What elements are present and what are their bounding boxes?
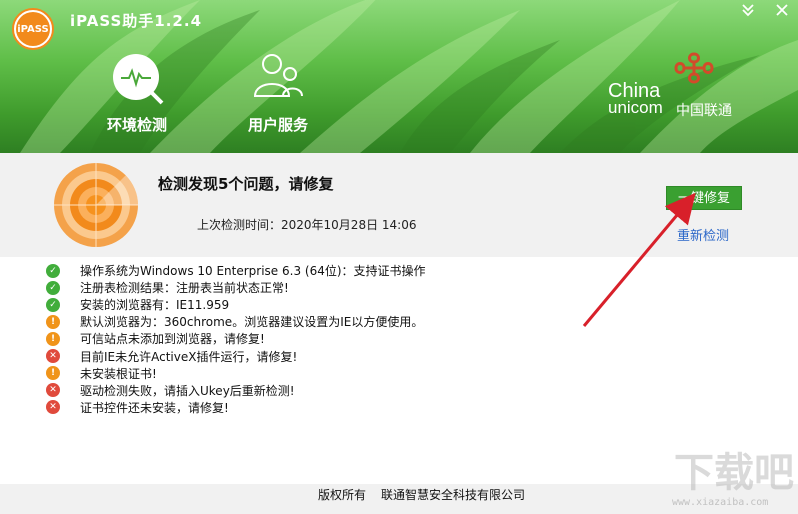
check-icon: ✓ [46,297,60,312]
list-item: ! 未安装根证书! [46,365,606,382]
app-logo-text: iPASS [16,12,50,46]
app-header: iPASS iPASS助手1.2.4 环境检测 用户服务 China unico… [0,0,798,153]
site-watermark: 下载吧 www.xiazaiba.com [672,444,794,508]
svg-text:下载吧: 下载吧 [674,450,794,494]
list-item: ✕ 目前IE未允许ActiveX插件运行，请修复! [46,347,606,364]
watermark-url: www.xiazaiba.com [672,497,769,508]
users-icon [250,50,306,106]
one-click-fix-button[interactable]: 一键修复 [666,186,742,210]
result-text: 可信站点未添加到浏览器，请修复! [80,332,265,347]
footer-company: 联通智慧安全科技有限公司 [381,488,526,502]
list-item: ✕ 驱动检测失败，请插入Ukey后重新检测! [46,382,606,399]
minimize-button[interactable] [737,2,759,22]
result-text: 未安装根证书! [80,366,157,381]
footer-copyright: 版权所有 [318,488,367,502]
china-unicom-logo: China unicom 中国联通 [606,50,756,120]
warning-icon: ! [46,366,60,381]
app-title: iPASS助手1.2.4 [70,12,203,30]
scan-icon [109,50,165,106]
result-text: 驱动检测失败，请插入Ukey后重新检测! [80,383,295,398]
check-icon: ✓ [46,280,60,295]
brand-unicom: unicom [608,98,663,117]
result-text: 操作系统为Windows 10 Enterprise 6.3 (64位)：支持证… [80,264,426,279]
result-text: 注册表检测结果：注册表当前状态正常! [80,281,289,296]
result-text: 安装的浏览器有：IE11.959 [80,298,230,313]
error-icon: ✕ [46,383,60,398]
last-check-time: 上次检测时间：2020年10月28日 14:06 [197,218,417,232]
list-item: ✓ 操作系统为Windows 10 Enterprise 6.3 (64位)：支… [46,262,606,279]
error-icon: ✕ [46,400,60,415]
close-button[interactable] [771,2,793,22]
list-item: ✕ 证书控件还未安装，请修复! [46,399,606,416]
warning-icon: ! [46,314,60,329]
status-title: 检测发现5个问题，请修复 [158,175,334,193]
tab-environment-check[interactable]: 环境检测 [82,50,192,135]
check-results-list: ✓ 操作系统为Windows 10 Enterprise 6.3 (64位)：支… [46,262,606,416]
recheck-link[interactable]: 重新检测 [677,225,729,244]
tab-environment-check-label: 环境检测 [106,116,167,134]
double-chevron-down-icon [742,4,754,17]
tab-user-service[interactable]: 用户服务 [223,50,333,135]
error-icon: ✕ [46,349,60,364]
result-text: 目前IE未允许ActiveX插件运行，请修复! [80,349,298,364]
unicom-knot-icon [674,52,714,84]
result-text: 默认浏览器为：360chrome。浏览器建议设置为IE以方便使用。 [80,315,424,330]
brand-chinese: 中国联通 [676,103,732,119]
tab-user-service-label: 用户服务 [247,116,308,134]
list-item: ! 默认浏览器为：360chrome。浏览器建议设置为IE以方便使用。 [46,313,606,330]
list-item: ✓ 注册表检测结果：注册表当前状态正常! [46,279,606,296]
close-icon [776,4,788,16]
list-item: ! 可信站点未添加到浏览器，请修复! [46,330,606,347]
app-logo: iPASS [12,8,54,50]
status-panel: 检测发现5个问题，请修复 上次检测时间：2020年10月28日 14:06 一键… [0,153,798,257]
list-item: ✓ 安装的浏览器有：IE11.959 [46,296,606,313]
warning-icon: ! [46,331,60,346]
watermark-logo-icon: 下载吧 [674,450,794,496]
result-text: 证书控件还未安装，请修复! [80,400,229,415]
radar-icon [54,163,139,247]
check-icon: ✓ [46,263,60,278]
